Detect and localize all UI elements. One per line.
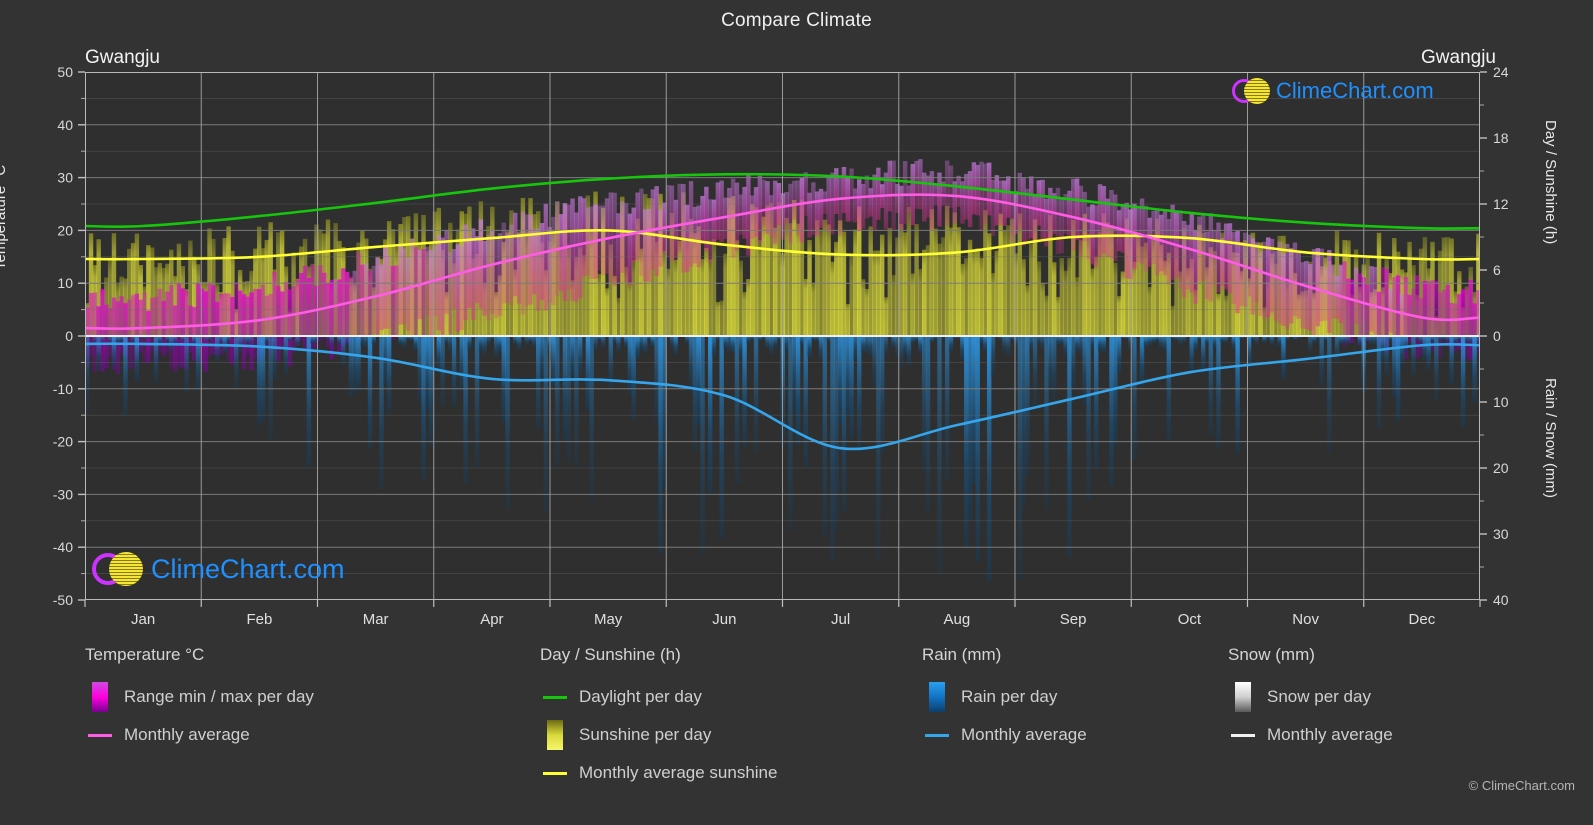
y-axis-left-tick: -30 [53,486,73,502]
line-swatch-icon [540,682,570,712]
y-axis-left-tick: -20 [53,434,73,450]
logo-text-large: ClimeChart.com [151,553,345,584]
climechart-logo-large: ClimeChart.com [92,552,345,586]
legend-item[interactable]: Monthly average [922,716,1212,754]
legend-item[interactable]: Daylight per day [540,678,910,716]
climechart-logo-small: ClimeChart.com [1232,78,1434,104]
legend-column-temperature: Temperature °C Range min / max per day M… [85,645,525,754]
y-axis-left-title: Temperature °C [0,164,9,270]
x-axis-tick-nov: Nov [1292,611,1319,628]
legend-item-label: Sunshine per day [579,725,712,744]
y-axis-right-upper-tick: 12 [1493,196,1509,212]
legend-title: Snow (mm) [1228,645,1315,664]
x-axis-tick-apr: Apr [480,611,503,628]
y-axis-left-tick: 50 [57,64,73,80]
y-axis-right-lower-tick: 10 [1493,394,1509,410]
legend-item-label: Monthly average [961,725,1087,744]
x-axis-tick-oct: Oct [1178,611,1202,628]
chart-legend: Temperature °C Range min / max per day M… [0,645,1593,825]
legend-item[interactable]: Sunshine per day [540,716,910,754]
x-axis-tick-jan: Jan [131,611,155,628]
y-axis-right-upper-tick: 0 [1493,328,1501,344]
x-axis-tick-dec: Dec [1409,611,1436,628]
y-axis-left-tick: 30 [57,170,73,186]
y-axis-left-tick: -10 [53,381,73,397]
gradient-swatch-icon [1228,682,1258,712]
legend-item-label: Snow per day [1267,687,1371,706]
legend-title: Rain (mm) [922,645,1002,664]
logo-text-small: ClimeChart.com [1276,78,1434,103]
y-axis-right-lower-title: Rain / Snow (mm) [1542,378,1559,499]
climate-chart-page: Compare Climate Gwangju Gwangju Temperat… [0,0,1593,825]
y-axis-left-tick: 40 [57,117,73,133]
gradient-swatch-icon [85,682,115,712]
copyright-text: © ClimeChart.com [1468,778,1575,793]
y-axis-right-upper-tick: 6 [1493,262,1501,278]
y-axis-left-tick: -50 [53,592,73,608]
line-swatch-icon [85,720,115,750]
city-label-left: Gwangju [85,47,160,68]
y-axis-left-tick: 20 [57,222,73,238]
legend-column-rain: Rain (mm) Rain per day Monthly average [922,645,1212,754]
legend-item[interactable]: Monthly average sunshine [540,754,910,792]
legend-item-label: Range min / max per day [124,687,314,706]
y-axis-left-tick: 0 [65,328,73,344]
x-axis-tick-jun: Jun [712,611,736,628]
legend-item[interactable]: Monthly average [85,716,525,754]
legend-item[interactable]: Rain per day [922,678,1212,716]
page-title: Compare Climate [721,10,872,31]
legend-title: Day / Sunshine (h) [540,645,681,664]
x-axis-tick-sep: Sep [1060,611,1087,628]
legend-column-snow: Snow (mm) Snow per day Monthly average [1228,645,1568,754]
y-axis-left-tick: -40 [53,539,73,555]
legend-title: Temperature °C [85,645,205,664]
y-axis-right-upper-tick: 18 [1493,130,1509,146]
legend-item-label: Daylight per day [579,687,702,706]
legend-item[interactable]: Snow per day [1228,678,1568,716]
gradient-swatch-icon [922,682,952,712]
legend-item-label: Monthly average sunshine [579,763,778,782]
x-axis-tick-may: May [594,611,623,628]
x-axis-tick-mar: Mar [363,611,389,628]
y-axis-right-lower-tick: 40 [1493,592,1509,608]
x-axis-tick-jul: Jul [831,611,850,628]
legend-item-label: Monthly average [1267,725,1393,744]
legend-item-label: Monthly average [124,725,250,744]
chart-canvas [85,72,1480,600]
legend-column-day-sunshine: Day / Sunshine (h) Daylight per day Suns… [540,645,910,792]
legend-item-label: Rain per day [961,687,1058,706]
legend-item[interactable]: Monthly average [1228,716,1568,754]
line-swatch-icon [922,720,952,750]
line-swatch-icon [540,758,570,788]
line-swatch-icon [1228,720,1258,750]
y-axis-right-lower-tick: 30 [1493,526,1509,542]
city-label-right: Gwangju [1421,47,1496,68]
chart-plot-area [85,72,1480,600]
gradient-swatch-icon [540,720,570,750]
y-axis-left-tick: 10 [57,275,73,291]
y-axis-right-upper-title: Day / Sunshine (h) [1542,120,1559,245]
y-axis-right-lower-tick: 20 [1493,460,1509,476]
x-axis-tick-aug: Aug [944,611,971,628]
x-axis-tick-feb: Feb [246,611,272,628]
legend-item[interactable]: Range min / max per day [85,678,525,716]
